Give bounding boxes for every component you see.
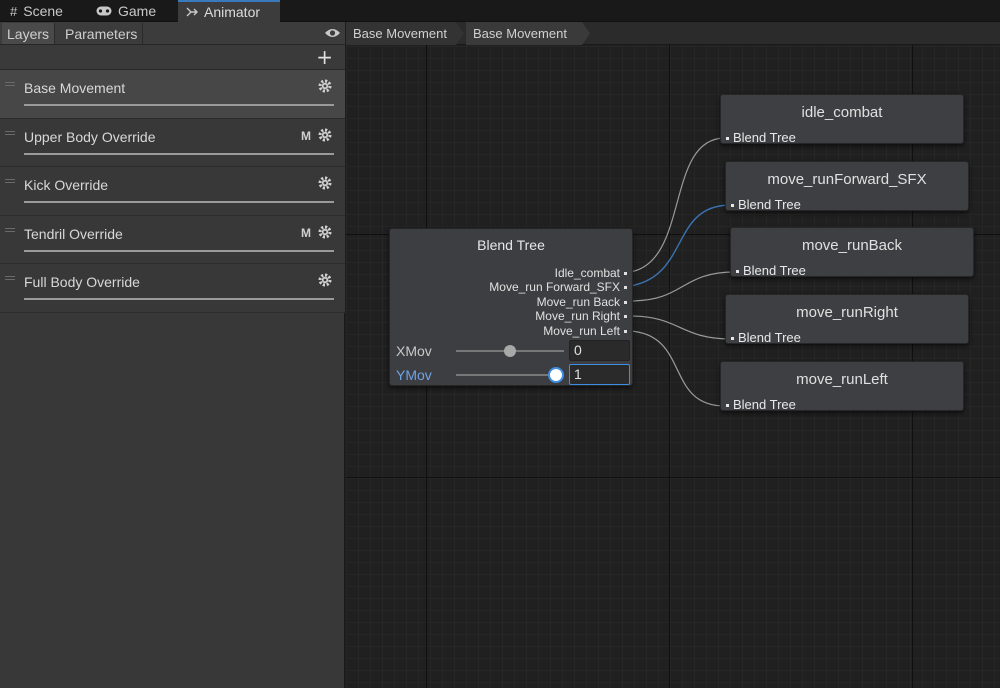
layer-weight-bar <box>24 152 334 155</box>
gear-icon[interactable] <box>318 225 332 239</box>
drag-handle-icon[interactable] <box>5 227 15 232</box>
param-slider-handle[interactable] <box>548 367 564 383</box>
layer-weight-bar <box>24 104 334 106</box>
output-port[interactable]: Move_run Back <box>537 295 628 309</box>
layer-item[interactable]: Base Movement <box>0 70 345 119</box>
panel-tab-bar: Layers Parameters <box>0 22 345 45</box>
drag-handle-icon[interactable] <box>5 276 15 280</box>
drag-handle-icon[interactable] <box>5 82 15 86</box>
input-port[interactable]: Blend Tree <box>726 397 796 412</box>
param-slider-handle[interactable] <box>504 345 516 357</box>
layer-weight-bar <box>24 249 334 252</box>
layer-name: Base Movement <box>24 80 126 96</box>
gear-icon[interactable] <box>318 273 332 287</box>
motion-node[interactable]: idle_combat Blend Tree <box>720 94 964 145</box>
motion-node[interactable]: move_runForward_SFX Blend Tree <box>725 161 969 212</box>
input-port[interactable]: Blend Tree <box>726 130 796 145</box>
gear-icon[interactable] <box>318 128 332 142</box>
output-port[interactable]: Move_run Left <box>543 324 627 338</box>
layer-item[interactable]: Kick Override <box>0 167 345 216</box>
add-layer-button[interactable]: + <box>316 46 333 68</box>
layer-name: Full Body Override <box>24 274 140 290</box>
drag-handle-icon[interactable] <box>5 130 15 135</box>
motion-node[interactable]: move_runBack Blend Tree <box>730 227 974 278</box>
output-port[interactable]: Idle_combat <box>555 266 628 280</box>
node-title: idle_combat <box>801 104 883 121</box>
layer-item[interactable]: Full Body Override <box>0 264 345 313</box>
tab-scene-label: Scene <box>23 3 63 19</box>
mask-badge: M <box>301 128 311 143</box>
layer-name: Upper Body Override <box>24 128 156 145</box>
input-port[interactable]: Blend Tree <box>731 330 801 345</box>
param-value-field[interactable]: 1 <box>569 364 630 385</box>
gamepad-icon <box>96 6 112 16</box>
breadcrumb: Base Movement Base Movement <box>346 22 1000 45</box>
tab-game[interactable]: Game <box>88 0 164 22</box>
eye-icon[interactable] <box>324 27 341 39</box>
layer-name: Kick Override <box>24 177 109 193</box>
param-label: YMov <box>396 367 432 383</box>
gear-icon[interactable] <box>318 176 332 190</box>
layer-list: Base Movement Upper Body Override M Kick… <box>0 70 345 313</box>
node-title: Blend Tree <box>477 237 545 253</box>
layer-name: Tendril Override <box>24 225 123 242</box>
breadcrumb-item[interactable]: Base Movement <box>346 22 464 45</box>
window-tab-bar: # Scene Game Animator <box>0 0 1000 22</box>
input-port[interactable]: Blend Tree <box>731 197 801 212</box>
param-label: XMov <box>396 343 432 359</box>
node-title: move_runRight <box>796 304 898 321</box>
motion-node[interactable]: move_runLeft Blend Tree <box>720 361 964 412</box>
blend-tree-node[interactable]: Blend Tree Idle_combat Move_run Forward_… <box>389 228 633 386</box>
output-port[interactable]: Move_run Right <box>535 309 627 323</box>
layer-weight-bar <box>24 298 334 300</box>
drag-handle-icon[interactable] <box>5 179 15 183</box>
gear-icon[interactable] <box>318 79 332 93</box>
breadcrumb-item[interactable]: Base Movement <box>466 22 590 45</box>
layer-item[interactable]: Tendril Override M <box>0 215 345 264</box>
layer-weight-bar <box>24 201 334 203</box>
layer-item[interactable]: Upper Body Override M <box>0 118 345 167</box>
node-title: move_runForward_SFX <box>767 171 927 188</box>
tab-scene[interactable]: # Scene <box>2 0 71 22</box>
layers-panel: Layers Parameters + Base Movement Upper … <box>0 22 345 688</box>
param-value-field[interactable]: 0 <box>569 340 630 361</box>
tab-animator[interactable]: Animator <box>178 0 280 22</box>
mask-badge: M <box>301 225 311 240</box>
tab-game-label: Game <box>118 3 157 19</box>
motion-node[interactable]: move_runRight Blend Tree <box>725 294 969 345</box>
layers-toolbar: + <box>0 45 345 70</box>
grid-icon: # <box>10 3 18 19</box>
tab-layers[interactable]: Layers <box>2 23 56 44</box>
tab-animator-label: Animator <box>204 4 261 20</box>
animator-icon <box>186 6 198 18</box>
node-title: move_runBack <box>801 237 903 254</box>
input-port[interactable]: Blend Tree <box>736 263 806 278</box>
node-title: move_runLeft <box>796 371 888 388</box>
tab-parameters[interactable]: Parameters <box>60 23 144 44</box>
output-port[interactable]: Move_run Forward_SFX <box>489 280 627 294</box>
